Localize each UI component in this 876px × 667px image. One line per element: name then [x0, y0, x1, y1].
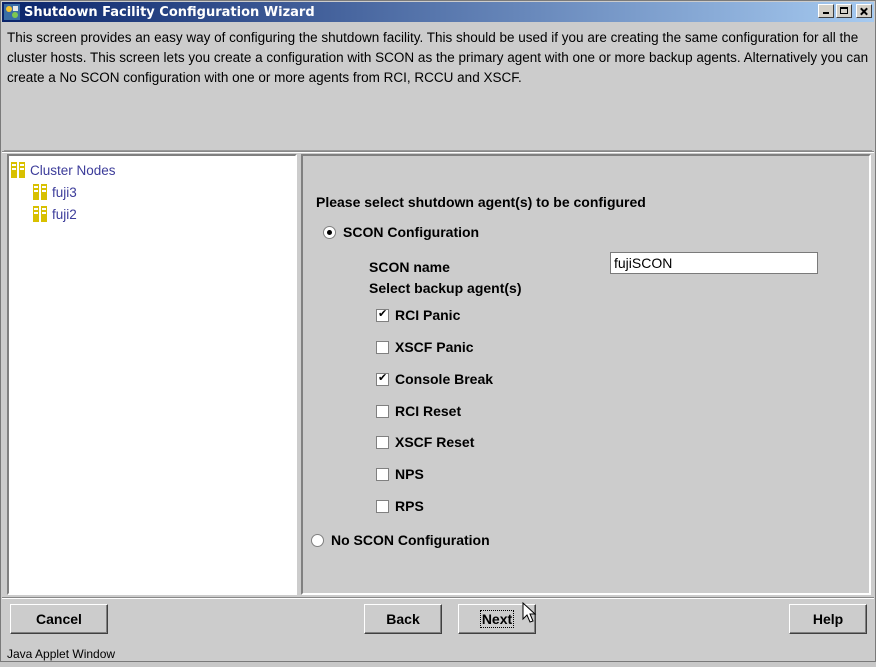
- title-bar[interactable]: Shutdown Facility Configuration Wizard: [2, 2, 874, 22]
- tree-root-label: Cluster Nodes: [30, 162, 116, 178]
- xscf-panic-checkbox[interactable]: [376, 341, 389, 354]
- divider: [2, 597, 874, 599]
- console-break-label[interactable]: Console Break: [395, 371, 493, 387]
- rci-reset-label[interactable]: RCI Reset: [395, 403, 461, 419]
- description-panel: This screen provides an easy way of conf…: [4, 24, 872, 151]
- back-button[interactable]: Back: [364, 604, 442, 634]
- scon-option-label[interactable]: SCON Configuration: [343, 224, 479, 240]
- scon-name-label: SCON name: [369, 259, 450, 275]
- node-icon: [33, 184, 47, 200]
- cluster-tree[interactable]: Cluster Nodes fuji3 fuji2: [7, 154, 297, 595]
- back-button-label: Back: [386, 611, 420, 627]
- wizard-window: Shutdown Facility Configuration Wizard T…: [0, 0, 876, 662]
- xscf-reset-label[interactable]: XSCF Reset: [395, 434, 474, 450]
- cancel-button-label: Cancel: [36, 611, 82, 627]
- tree-node[interactable]: fuji3: [33, 184, 77, 200]
- no-scon-radio[interactable]: [311, 534, 324, 547]
- mouse-pointer-icon: [522, 602, 537, 623]
- tree-root[interactable]: Cluster Nodes: [11, 162, 116, 178]
- next-button-label: Next: [479, 610, 515, 628]
- rps-checkbox[interactable]: [376, 500, 389, 513]
- rci-panic-label[interactable]: RCI Panic: [395, 307, 460, 323]
- rci-reset-checkbox[interactable]: [376, 405, 389, 418]
- console-break-checkbox[interactable]: [376, 371, 389, 386]
- status-bar: Java Applet Window: [7, 647, 116, 661]
- prompt-label: Please select shutdown agent(s) to be co…: [316, 194, 646, 210]
- node-icon: [33, 206, 47, 222]
- description-text: This screen provides an easy way of conf…: [7, 30, 869, 85]
- rps-label[interactable]: RPS: [395, 498, 424, 514]
- scon-radio[interactable]: [323, 226, 336, 239]
- minimize-icon[interactable]: [818, 4, 834, 18]
- xscf-reset-checkbox[interactable]: [376, 436, 389, 449]
- tree-node[interactable]: fuji2: [33, 206, 77, 222]
- scon-name-field[interactable]: fujiSCON: [610, 252, 818, 274]
- agent-selection-panel: Please select shutdown agent(s) to be co…: [301, 154, 871, 595]
- backup-agents-label: Select backup agent(s): [369, 280, 522, 296]
- rci-panic-checkbox[interactable]: [376, 307, 389, 322]
- xscf-panic-label[interactable]: XSCF Panic: [395, 339, 474, 355]
- cancel-button[interactable]: Cancel: [10, 604, 108, 634]
- nps-label[interactable]: NPS: [395, 466, 424, 482]
- help-button-label: Help: [812, 611, 844, 627]
- tree-node-label: fuji2: [52, 206, 77, 222]
- nps-checkbox[interactable]: [376, 468, 389, 481]
- help-button[interactable]: Help: [789, 604, 867, 634]
- close-icon[interactable]: [856, 4, 872, 18]
- divider: [2, 151, 874, 153]
- cluster-icon: [11, 162, 25, 178]
- tree-node-label: fuji3: [52, 184, 77, 200]
- java-app-icon: [4, 4, 20, 20]
- no-scon-option-label[interactable]: No SCON Configuration: [331, 532, 490, 548]
- window-title: Shutdown Facility Configuration Wizard: [24, 4, 315, 20]
- maximize-icon[interactable]: [836, 4, 852, 18]
